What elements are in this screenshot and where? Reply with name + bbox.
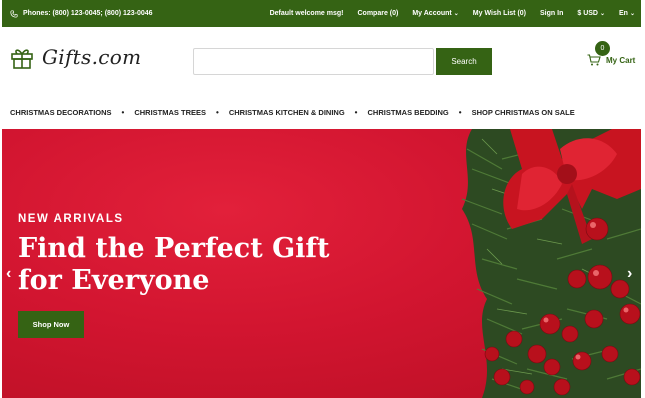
cart-icon bbox=[587, 54, 601, 66]
hero-banner: NEW ARRIVALS Find the Perfect Gift for E… bbox=[2, 129, 641, 398]
wreath-decoration-image bbox=[461, 129, 641, 398]
compare-link[interactable]: Compare (0) bbox=[358, 10, 399, 17]
cart-label: My Cart bbox=[606, 56, 636, 65]
chevron-down-icon: ⌄ bbox=[599, 11, 606, 17]
nav-item-christmas-trees[interactable]: CHRISTMAS TREES bbox=[134, 108, 206, 117]
site-header: Gifts.com Search 0 My Cart bbox=[2, 27, 641, 95]
nav-separator: • bbox=[354, 107, 358, 117]
currency-label: $ USD bbox=[577, 10, 598, 17]
phone-icon bbox=[10, 9, 18, 18]
nav-item-christmas-kitchen-dining[interactable]: CHRISTMAS KITCHEN & DINING bbox=[229, 108, 345, 117]
my-account-dropdown[interactable]: My Account ⌄ bbox=[412, 10, 458, 17]
language-label: En bbox=[619, 10, 628, 17]
shop-now-button[interactable]: Shop Now bbox=[18, 311, 84, 338]
nav-separator: • bbox=[458, 107, 462, 117]
phone-info: Phones: (800) 123-0045; (800) 123-0046 bbox=[10, 9, 153, 18]
category-nav: CHRISTMAS DECORATIONS • CHRISTMAS TREES … bbox=[2, 95, 641, 129]
top-bar: Phones: (800) 123-0045; (800) 123-0046 D… bbox=[2, 0, 641, 27]
site-logo[interactable]: Gifts.com bbox=[10, 45, 141, 69]
chevron-left-icon[interactable]: ‹ bbox=[6, 265, 11, 283]
language-dropdown[interactable]: En ⌄ bbox=[619, 10, 635, 17]
nav-item-christmas-bedding[interactable]: CHRISTMAS BEDDING bbox=[367, 108, 448, 117]
search-input[interactable] bbox=[193, 48, 434, 75]
nav-separator: • bbox=[216, 107, 219, 117]
wishlist-link[interactable]: My Wish List (0) bbox=[473, 10, 526, 17]
my-account-label: My Account bbox=[412, 10, 452, 17]
chevron-down-icon: ⌄ bbox=[453, 11, 459, 17]
search-button[interactable]: Search bbox=[436, 48, 492, 75]
phones-text: Phones: (800) 123-0045; (800) 123-0046 bbox=[23, 10, 153, 17]
welcome-message: Default welcome msg! bbox=[269, 10, 344, 17]
nav-separator: • bbox=[121, 107, 125, 117]
nav-item-shop-christmas-on-sale[interactable]: SHOP CHRISTMAS ON SALE bbox=[472, 108, 575, 117]
cart-button[interactable]: 0 My Cart bbox=[587, 41, 639, 71]
nav-item-christmas-decorations[interactable]: CHRISTMAS DECORATIONS bbox=[10, 108, 112, 117]
currency-dropdown[interactable]: $ USD ⌄ bbox=[577, 10, 605, 17]
hero-title: Find the Perfect Gift for Everyone bbox=[18, 233, 330, 296]
chevron-right-icon[interactable]: › bbox=[627, 265, 632, 283]
logo-text: Gifts.com bbox=[42, 45, 142, 69]
hero-subtitle: NEW ARRIVALS bbox=[18, 213, 124, 225]
sign-in-link[interactable]: Sign In bbox=[540, 10, 563, 17]
gift-icon bbox=[11, 49, 33, 69]
chevron-down-icon: ⌄ bbox=[629, 11, 635, 17]
